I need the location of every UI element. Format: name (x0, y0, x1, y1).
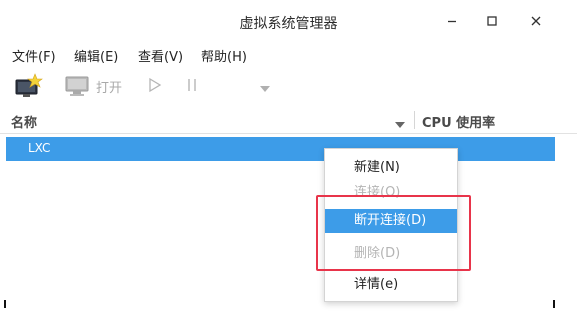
menu-item-disconnect[interactable]: 断开连接(D) (325, 209, 457, 233)
play-icon (148, 77, 162, 93)
menu-separator (325, 270, 457, 271)
context-menu: 新建(N) 连接(O) 断开连接(D) 删除(D) 详情(e) (324, 148, 458, 302)
column-divider (414, 111, 415, 129)
list-header: 名称 CPU 使用率 (0, 106, 577, 134)
minimize-icon[interactable] (441, 10, 463, 32)
open-button: 打开 (96, 81, 123, 96)
menu-file[interactable]: 文件(F) (12, 46, 56, 65)
column-header-name[interactable]: 名称 (11, 112, 37, 131)
menu-item-connect: 连接(O) (354, 185, 401, 200)
menu-help[interactable]: 帮助(H) (201, 46, 247, 65)
column-header-cpu[interactable]: CPU 使用率 (422, 112, 495, 131)
menu-item-new[interactable]: 新建(N) (325, 156, 457, 180)
window-edge-mark (4, 300, 6, 308)
menu-view[interactable]: 查看(V) (138, 46, 183, 65)
menu-item-delete: 删除(D) (354, 246, 401, 261)
menu-item-details[interactable]: 详情(e) (325, 273, 457, 297)
sort-arrow-icon[interactable] (395, 118, 405, 128)
pause-icon (186, 77, 198, 93)
close-icon[interactable] (525, 10, 547, 32)
toolbar: 打开 (0, 68, 577, 102)
new-vm-icon[interactable] (13, 73, 43, 99)
list-item[interactable]: LXC (6, 137, 555, 161)
window-edge-mark (553, 300, 555, 308)
list-item-label: LXC (28, 141, 51, 155)
menu-bar: 文件(F) 编辑(E) 查看(V) 帮助(H) (0, 42, 577, 66)
chevron-down-icon (259, 82, 271, 92)
title-bar: 虚拟系统管理器 (0, 0, 577, 42)
monitor-icon (64, 75, 92, 97)
maximize-icon[interactable] (481, 10, 503, 32)
menu-edit[interactable]: 编辑(E) (74, 46, 118, 65)
